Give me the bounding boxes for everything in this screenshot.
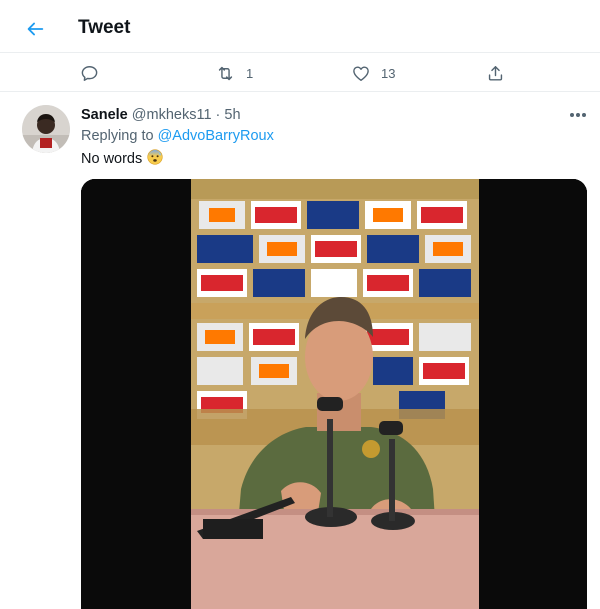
anxious-face-emoji	[147, 149, 163, 169]
video-player[interactable]	[81, 179, 587, 609]
like-button[interactable]: 13	[351, 58, 395, 88]
replying-to-link[interactable]: @AdvoBarryRoux	[158, 128, 274, 144]
avatar[interactable]	[22, 105, 70, 153]
replying-to-line: Replying to @AdvoBarryRoux	[81, 128, 274, 144]
tweet-text: No words	[81, 149, 163, 169]
tweet-header: Tweet	[0, 0, 600, 53]
tweet-timestamp[interactable]: 5h	[224, 107, 240, 123]
meta-separator: ·	[215, 107, 221, 123]
page-title: Tweet	[78, 17, 131, 38]
anxious-face-icon	[147, 149, 163, 165]
tweet-action-bar: 1 13	[0, 54, 600, 92]
retweet-count: 1	[246, 65, 254, 81]
reply-button[interactable]	[80, 58, 99, 88]
retweet-button[interactable]: 1	[215, 58, 253, 88]
tweet-body: No words	[81, 151, 143, 167]
retweet-icon	[218, 66, 233, 80]
reply-tweet[interactable]: Sanele @mkheks11 · 5h Replying to @AdvoB…	[0, 93, 600, 609]
reply-icon	[81, 65, 98, 81]
tweet-author-line: Sanele @mkheks11 · 5h	[81, 107, 241, 123]
like-count: 13	[381, 65, 396, 81]
share-icon	[488, 65, 503, 81]
author-name[interactable]: Sanele	[81, 107, 128, 123]
more-icon	[570, 113, 586, 117]
arrow-left-icon	[27, 22, 44, 36]
heart-icon	[353, 65, 369, 81]
more-options-button[interactable]	[566, 105, 590, 125]
video-frame	[81, 179, 587, 609]
author-handle[interactable]: @mkheks11	[132, 107, 212, 123]
share-button[interactable]	[486, 58, 505, 88]
back-button[interactable]	[18, 12, 52, 46]
replying-to-label: Replying to	[81, 128, 154, 144]
avatar-photo	[22, 105, 70, 153]
